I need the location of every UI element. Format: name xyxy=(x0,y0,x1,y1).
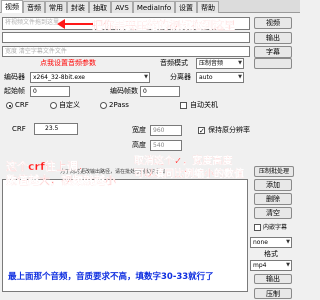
keep-ratio-label: 保持原分辨率 xyxy=(208,126,250,134)
radio-custom[interactable] xyxy=(50,102,57,109)
radio-crf-label: CRF xyxy=(15,101,29,109)
radio-custom-label: 自定义 xyxy=(59,101,80,109)
height-label: 高度 xyxy=(132,141,146,149)
tab-bar: 视频 音频 常用 封装 抽取 AVS MediaInfo 设置 帮助 xyxy=(0,0,300,13)
clear-button[interactable]: 清空 xyxy=(254,207,292,219)
audio-mode-select[interactable]: 压制音频 ▼ xyxy=(196,58,244,69)
splitter-value: auto xyxy=(199,74,213,81)
add-button[interactable]: 添加 xyxy=(254,179,292,191)
extra-button[interactable] xyxy=(254,58,292,69)
radio-crf[interactable] xyxy=(6,102,13,109)
encoder-label: 编码器 xyxy=(4,73,25,81)
format-value: none xyxy=(253,239,268,246)
tab-video[interactable]: 视频 xyxy=(1,0,23,13)
audio-mode-label: 音频模式 xyxy=(160,59,188,67)
format-label: 格式 xyxy=(264,250,278,258)
container-select[interactable]: mp4 ▼ xyxy=(250,260,292,271)
tab-avs[interactable]: AVS xyxy=(111,1,133,13)
chevron-down-icon: ▼ xyxy=(286,239,290,245)
subtitle-file-input[interactable]: 宽度 清空字幕文件文件 xyxy=(2,46,250,57)
crf-input[interactable]: 23.5 xyxy=(34,123,78,135)
chevron-down-icon: ▼ xyxy=(144,74,148,80)
width-label: 宽度 xyxy=(132,126,146,134)
start-frame-label: 起始帧 xyxy=(4,87,25,95)
output-file-input[interactable] xyxy=(2,32,250,43)
compress-button[interactable]: 压制 xyxy=(254,288,292,299)
embed-subtitle-label: 内嵌字幕 xyxy=(263,224,288,231)
radio-2pass[interactable] xyxy=(100,102,107,109)
tab-audio[interactable]: 音频 xyxy=(23,1,45,13)
tab-container[interactable]: 封装 xyxy=(67,1,89,13)
tab-settings[interactable]: 设置 xyxy=(175,1,197,13)
annotation-resize-line2: 可以填同比例缩小的数值 xyxy=(134,169,244,180)
audio-mode-value: 压制音频 xyxy=(199,60,224,67)
output2-button[interactable]: 输出 xyxy=(254,274,292,284)
subtitle-button[interactable]: 字幕 xyxy=(254,46,292,58)
auto-shutdown-label: 自动关机 xyxy=(190,101,218,109)
chevron-down-icon: ▼ xyxy=(238,60,242,66)
encoder-value: x264_32-8bit.exe xyxy=(33,74,85,81)
tab-help[interactable]: 帮助 xyxy=(197,1,219,13)
batch-compress-button[interactable]: 压制批处理 xyxy=(254,166,294,177)
remove-button[interactable]: 删除 xyxy=(254,193,292,205)
keep-ratio-checkbox[interactable]: ✓ xyxy=(198,127,205,135)
encoder-select[interactable]: x264_32-8bit.exe ▼ xyxy=(30,72,150,83)
container-value: mp4 xyxy=(253,262,267,269)
tab-mediainfo[interactable]: MediaInfo xyxy=(133,1,175,13)
width-input[interactable]: 960 xyxy=(150,125,182,136)
tab-extract[interactable]: 抽取 xyxy=(89,1,111,13)
start-frame-input[interactable]: 0 xyxy=(30,86,70,97)
video-button[interactable]: 视频 xyxy=(254,17,292,29)
splitter-select[interactable]: auto ▼ xyxy=(196,72,244,83)
crf-label: CRF xyxy=(12,125,26,133)
format-select[interactable]: none ▼ xyxy=(250,237,292,248)
height-input[interactable]: 540 xyxy=(150,140,182,151)
frames-input[interactable]: 0 xyxy=(140,86,180,97)
auto-shutdown-checkbox[interactable] xyxy=(180,102,187,109)
annotation-drag-here: 把你需要压缩的视频拖到这里 xyxy=(92,19,235,32)
audio-settings-link[interactable]: 点我设置音频参数 xyxy=(40,59,96,68)
splitter-label: 分离器 xyxy=(170,73,191,81)
subtitle-placeholder: 宽度 清空字幕文件文件 xyxy=(5,48,67,55)
embed-subtitle-checkbox[interactable] xyxy=(254,224,261,231)
radio-2pass-label: 2Pass xyxy=(109,101,129,109)
annotation-audio-note: 最上面那个音频，音质要求不高，填数字30-33就行了 xyxy=(8,272,214,282)
chevron-down-icon: ▼ xyxy=(238,74,242,80)
tab-common[interactable]: 常用 xyxy=(45,1,67,13)
frames-label: 编码帧数 xyxy=(110,87,138,95)
source-placeholder: 将视频文件拖到这里 xyxy=(5,19,60,26)
chevron-down-icon: ▼ xyxy=(286,262,290,268)
annotation-crf-line2: 数值越大，视频就越小 xyxy=(6,174,116,187)
annotation-arrow-icon xyxy=(57,19,93,29)
output-button[interactable]: 输出 xyxy=(254,32,292,44)
